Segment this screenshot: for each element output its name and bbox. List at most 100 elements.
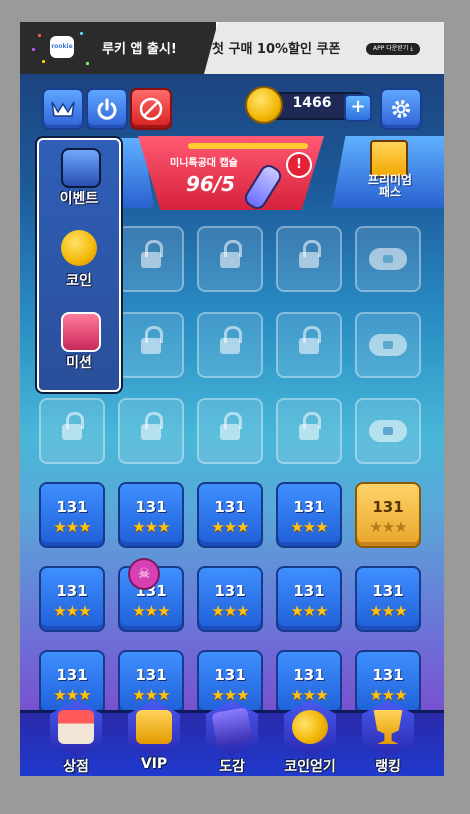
stars-icon: ★★★ <box>53 602 91 620</box>
side-menu: 이벤트 코인 미션 <box>37 138 121 392</box>
coin-value: 1466 <box>292 95 332 111</box>
stars-icon: ★★★ <box>211 602 249 620</box>
lock-icon <box>220 424 240 440</box>
locked-stage[interactable] <box>197 398 263 464</box>
nav-get-coins[interactable]: 코인얻기 <box>274 700 346 776</box>
coins-icon <box>292 710 328 744</box>
stars-icon: ★★★ <box>369 602 407 620</box>
rookie-logo: rookie <box>50 36 74 58</box>
lock-icon <box>299 424 319 440</box>
stars-icon: ★★★ <box>132 602 170 620</box>
book-icon <box>211 707 253 747</box>
level-stage[interactable]: 131 ★★★ <box>276 566 342 632</box>
locked-capsule-stage[interactable] <box>355 226 421 292</box>
side-item-event[interactable]: 이벤트 <box>39 144 119 216</box>
nav-ranking[interactable]: 랭킹 <box>352 700 424 776</box>
event-icon <box>61 148 101 188</box>
shop-icon <box>58 710 94 744</box>
lock-icon <box>383 255 393 263</box>
power-button[interactable] <box>86 88 128 130</box>
ads-mission-icon <box>61 312 101 352</box>
level-number: 131 <box>293 498 325 516</box>
side-item-mission[interactable]: 미션 <box>39 308 119 380</box>
locked-capsule-stage[interactable] <box>355 312 421 378</box>
side-item-label: 코인 <box>66 273 92 289</box>
coin-icon <box>245 86 283 124</box>
skull-icon: ☠ <box>128 558 160 590</box>
nav-label: 도감 <box>219 759 245 775</box>
level-number: 131 <box>372 666 404 684</box>
level-number: 131 <box>56 582 88 600</box>
stars-icon: ★★★ <box>132 518 170 536</box>
locked-stage[interactable] <box>276 398 342 464</box>
level-number: 131 <box>293 582 325 600</box>
locked-stage[interactable] <box>197 312 263 378</box>
level-stage[interactable]: 131 ★★★ <box>276 482 342 548</box>
level-stage[interactable]: 131 ★★★ <box>39 566 105 632</box>
level-number: 131 <box>372 582 404 600</box>
level-stage[interactable]: 131 ★★★ <box>197 566 263 632</box>
lock-icon <box>383 341 393 349</box>
locked-capsule-stage[interactable] <box>355 398 421 464</box>
settings-button[interactable] <box>380 88 422 130</box>
ad-banner[interactable]: rookie 루키 앱 출시! 첫 구매 10%할인 쿠폰 APP 다운받기 ⤓ <box>20 22 444 74</box>
level-stage[interactable]: 131 ★★★ <box>197 482 263 548</box>
level-number: 131 <box>293 666 325 684</box>
nav-shop[interactable]: 상점 <box>40 700 112 776</box>
stars-icon: ★★★ <box>290 602 328 620</box>
level-stage[interactable]: 131 ★★★ <box>355 566 421 632</box>
confetti <box>86 62 89 65</box>
level-number: 131 <box>214 582 246 600</box>
level-number: 131 <box>56 498 88 516</box>
lock-icon <box>299 252 319 268</box>
confetti <box>42 60 45 63</box>
level-number: 131 <box>135 498 167 516</box>
locked-stage[interactable] <box>276 312 342 378</box>
add-coins-button[interactable]: + <box>344 94 372 122</box>
nav-book[interactable]: 도감 <box>196 700 268 776</box>
level-number: 131 <box>135 666 167 684</box>
current-level-stage[interactable]: 131 ★★★ <box>355 482 421 548</box>
side-item-label: 이벤트 <box>59 191 99 207</box>
nav-label: 상점 <box>63 759 89 775</box>
nav-label: VIP <box>140 756 168 772</box>
stars-icon: ★★★ <box>369 518 407 536</box>
nav-label: 코인얻기 <box>284 759 336 775</box>
locked-stage[interactable] <box>197 226 263 292</box>
app-download-button[interactable]: APP 다운받기 ⤓ <box>366 43 420 55</box>
level-number: 131 <box>214 498 246 516</box>
level-stage[interactable]: 131 ★★★ <box>39 482 105 548</box>
level-number: 131 <box>214 666 246 684</box>
lock-icon <box>62 424 82 440</box>
gear-icon <box>392 100 410 118</box>
banner-left-text: 루키 앱 출시! <box>102 42 177 57</box>
locked-stage[interactable] <box>118 226 184 292</box>
vip-icon <box>136 710 172 744</box>
side-item-coin[interactable]: 코인 <box>39 226 119 298</box>
lock-icon <box>141 252 161 268</box>
lock-icon <box>141 424 161 440</box>
game-screen: rookie 루키 앱 출시! 첫 구매 10%할인 쿠폰 APP 다운받기 ⤓… <box>20 22 444 776</box>
level-stage[interactable]: 131 ★★★ <box>118 482 184 548</box>
alert-badge: ! <box>286 152 312 178</box>
locked-stage[interactable] <box>118 312 184 378</box>
stars-icon: ★★★ <box>211 518 249 536</box>
no-ads-icon <box>139 97 163 121</box>
stars-icon: ★★★ <box>53 518 91 536</box>
no-ads-button[interactable] <box>130 88 172 130</box>
stars-icon: ★★★ <box>290 518 328 536</box>
confetti <box>80 32 83 35</box>
lock-icon <box>141 338 161 354</box>
nav-vip[interactable]: VIP <box>118 700 190 776</box>
event-title: 미니특공대 캡슐 <box>170 158 238 169</box>
locked-stage[interactable] <box>118 398 184 464</box>
locked-stage[interactable] <box>39 398 105 464</box>
lock-icon <box>220 338 240 354</box>
event-progress-bar <box>188 143 308 149</box>
level-number: 131 <box>372 498 404 516</box>
locked-stage[interactable] <box>276 226 342 292</box>
premium-pass-label: 프리미엄 패스 <box>367 173 413 199</box>
squad-button[interactable] <box>42 88 84 130</box>
confetti <box>38 34 41 37</box>
lock-icon <box>220 252 240 268</box>
